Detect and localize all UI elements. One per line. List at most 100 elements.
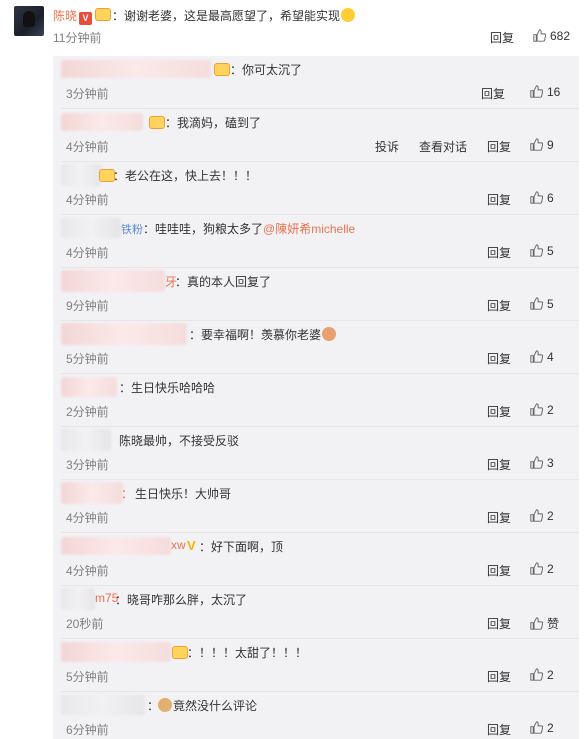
- blurred-username: [61, 113, 143, 131]
- blurred-username: [61, 377, 117, 397]
- thumbs-up-icon: [530, 85, 544, 98]
- blurred-username: [61, 323, 187, 345]
- reply-item: ：你可太沉了 3分钟前 回复 16: [53, 56, 579, 109]
- like-count: 2: [547, 562, 554, 576]
- reply-text: ：好下面啊，顶: [199, 540, 284, 554]
- like-button[interactable]: 5: [530, 297, 554, 311]
- like-button[interactable]: 3: [530, 456, 554, 470]
- thumbs-up-icon: [530, 191, 544, 204]
- crown-icon: [149, 116, 165, 129]
- main-reply-button[interactable]: 回复: [490, 29, 514, 46]
- thumbs-up-icon: [533, 29, 547, 42]
- like-count: 2: [547, 509, 554, 523]
- thumbs-up-icon: [530, 668, 544, 681]
- reply-item: ：！！！太甜了！！！ 5分钟前 回复 2: [53, 639, 579, 692]
- reply-time: 5分钟前: [66, 352, 109, 366]
- reply-item: 陈晓最帅，不接受反驳 3分钟前 回复 3: [53, 427, 579, 480]
- reply-button[interactable]: 回复: [487, 244, 511, 261]
- reply-button[interactable]: 回复: [487, 456, 511, 473]
- reply-item: 牙 ：真的本人回复了 9分钟前 回复 5: [53, 268, 579, 321]
- reply-button[interactable]: 回复: [487, 615, 511, 632]
- username-link[interactable]: 陈晓: [53, 9, 77, 23]
- reply-button[interactable]: 回复: [487, 403, 511, 420]
- reply-text: 生日快乐！大帅哥: [135, 487, 232, 501]
- thumbs-up-icon: [530, 456, 544, 469]
- like-button[interactable]: 4: [530, 350, 554, 364]
- blurred-username: [61, 429, 111, 451]
- reply-button[interactable]: 回复: [487, 721, 511, 738]
- blurred-username: [61, 695, 145, 715]
- thumbs-up-icon: [530, 509, 544, 522]
- reply-item: ： 竟然没什么评论 6分钟前 回复 2: [53, 692, 579, 739]
- main-comment: 陈晓 V ：谢谢老婆，这是最高愿望了，希望能实现 11分钟前 回复 682: [0, 0, 584, 48]
- thumbs-up-icon: [530, 244, 544, 257]
- thumbs-up-icon: [530, 138, 544, 151]
- like-button[interactable]: 6: [530, 191, 554, 205]
- report-button[interactable]: 投诉: [375, 138, 399, 155]
- like-button[interactable]: 2: [530, 721, 554, 735]
- like-button[interactable]: 2: [530, 562, 554, 576]
- reply-time: 5分钟前: [66, 670, 109, 684]
- reply-time: 4分钟前: [66, 193, 109, 207]
- thumbs-up-icon: [530, 617, 544, 630]
- reply-button[interactable]: 回复: [487, 668, 511, 685]
- like-button[interactable]: 5: [530, 244, 554, 258]
- like-count: 赞: [547, 617, 560, 631]
- reply-text: ：！！！太甜了！！！: [187, 646, 308, 660]
- thumbs-up-icon: [530, 297, 544, 310]
- reply-item: ：老公在这，快上去！！！ 4分钟前 回复 6: [53, 162, 579, 215]
- reply-time: 4分钟前: [66, 564, 109, 578]
- reply-button[interactable]: 回复: [487, 191, 511, 208]
- reply-text: ：老公在这，快上去！！！: [113, 169, 258, 183]
- reply-item: m75 ：晓哥咋那么胖，太沉了 20秒前 回复 赞: [53, 586, 579, 639]
- like-button[interactable]: 9: [530, 138, 554, 152]
- blurred-username: [61, 218, 121, 238]
- emoji-icon: [322, 327, 337, 341]
- reply-button[interactable]: 回复: [487, 297, 511, 314]
- blurred-username: [61, 537, 171, 555]
- reply-time: 2分钟前: [66, 405, 109, 419]
- like-button[interactable]: 16: [530, 85, 560, 99]
- like-count: 16: [547, 85, 561, 99]
- reply-button[interactable]: 回复: [487, 138, 511, 155]
- main-comment-text: ：谢谢老婆，这是最高愿望了，希望能实现: [112, 9, 341, 23]
- blurred-username: [61, 642, 171, 662]
- thumbs-up-icon: [530, 403, 544, 416]
- reply-item: ：要幸福啊！羡慕你老婆 5分钟前 回复 4: [53, 321, 579, 374]
- main-like-button[interactable]: 682: [533, 29, 570, 43]
- reply-button[interactable]: 回复: [481, 85, 505, 102]
- view-dialog-button[interactable]: 查看对话: [419, 138, 467, 155]
- like-count: 5: [547, 297, 554, 311]
- crown-icon: [172, 646, 188, 659]
- blurred-username: [61, 60, 211, 78]
- reply-text: ：我滴妈，磕到了: [165, 116, 262, 130]
- reply-text: ：你可太沉了: [230, 63, 303, 77]
- avatar[interactable]: [14, 6, 44, 36]
- like-count: 4: [547, 350, 554, 364]
- reply-text: 陈晓最帅，不接受反驳: [119, 434, 240, 448]
- like-button[interactable]: 2: [530, 403, 554, 417]
- reply-button[interactable]: 回复: [487, 509, 511, 526]
- crown-icon: [95, 8, 112, 21]
- like-count: 6: [547, 191, 554, 205]
- reply-button[interactable]: 回复: [487, 562, 511, 579]
- main-comment-line: 陈晓 V ：谢谢老婆，这是最高愿望了，希望能实现: [53, 7, 356, 25]
- reply-text: 竟然没什么评论: [173, 699, 258, 713]
- reply-time: 4分钟前: [66, 140, 109, 154]
- like-button[interactable]: 赞: [530, 615, 559, 632]
- like-count: 3: [547, 456, 554, 470]
- reply-item: ：生日快乐哈哈哈 2分钟前 回复 2: [53, 374, 579, 427]
- blurred-username: [61, 164, 101, 186]
- vip-v-icon: V: [187, 538, 196, 553]
- reply-time: 9分钟前: [66, 299, 109, 313]
- like-button[interactable]: 2: [530, 668, 554, 682]
- reply-item: ：我滴妈，磕到了 4分钟前 投诉 查看对话 回复 9: [53, 109, 579, 162]
- reply-item: xw V ：好下面啊，顶 4分钟前 回复 2: [53, 533, 579, 586]
- reply-time: 20秒前: [66, 617, 104, 631]
- username-fragment: ：: [121, 487, 134, 501]
- mention-link[interactable]: @陳妍希michelle: [263, 222, 355, 236]
- reply-button[interactable]: 回复: [487, 350, 511, 367]
- crown-icon: [214, 63, 230, 76]
- like-button[interactable]: 2: [530, 509, 554, 523]
- emoji-icon: [341, 8, 356, 22]
